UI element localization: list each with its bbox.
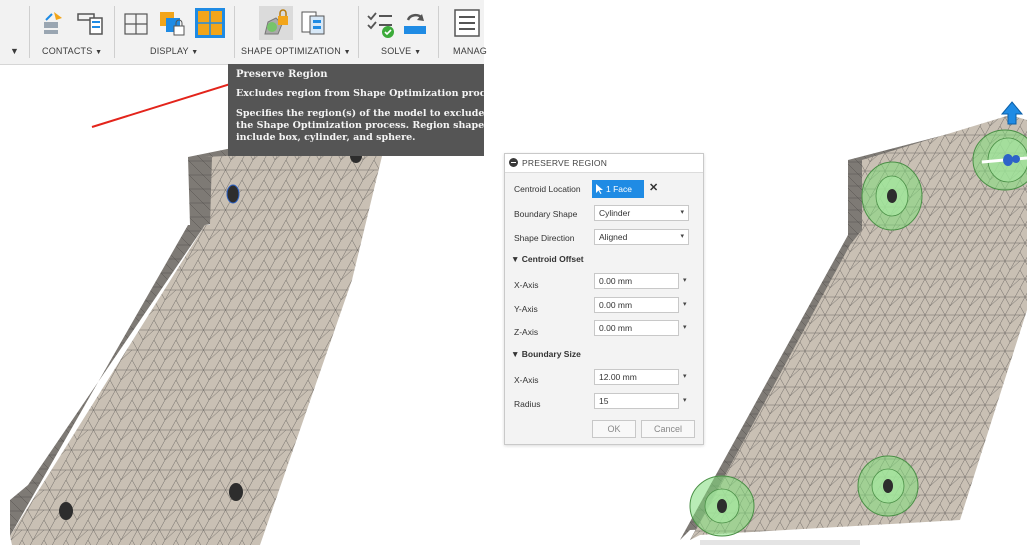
offset-y-axis-label: Y-Axis [514,304,538,314]
bolt-hole [229,483,243,501]
separator [438,6,439,58]
dialog-header: PRESERVE REGION [505,154,703,173]
preserve-region-cylinder[interactable] [861,161,923,231]
display-wireframe-icon[interactable] [122,8,152,38]
collapse-icon[interactable] [509,158,518,167]
display-label: DISPLAY [150,46,189,56]
solve-menu[interactable]: SOLVE ▼ [381,46,421,56]
offset-z-axis-input[interactable]: 0.00 mm [594,320,679,336]
display-shaded-icon[interactable] [195,8,225,38]
preserve-region-cylinder[interactable] [857,455,919,517]
contacts-menu[interactable]: CONTACTS ▼ [42,46,102,56]
shape-optimization-criteria-icon[interactable] [298,8,328,38]
separator [29,6,30,58]
ok-button[interactable]: OK [592,420,636,438]
centroid-location-selection[interactable]: 1 Face [592,180,644,198]
size-x-axis-input[interactable]: 12.00 mm [594,369,679,385]
display-lock-icon[interactable] [158,8,188,38]
preserve-region-icon[interactable] [262,8,292,38]
chevron-down-icon: ▼ [95,49,103,56]
mesh-part-left[interactable] [10,146,384,545]
offset-y-axis-input[interactable]: 0.00 mm [594,297,679,313]
boundary-shape-label: Boundary Shape [514,209,578,219]
mesh-part-right[interactable] [680,115,1027,540]
solve-icon[interactable] [400,8,430,38]
contacts-icon[interactable] [40,8,70,38]
tooltip-subtitle: Excludes region from Shape Optimization … [236,88,484,99]
chevron-down-icon[interactable]: ▾ [683,372,687,380]
shape-direction-value: Aligned [599,232,628,242]
chevron-down-icon[interactable]: ▾ [683,396,687,404]
chevron-down-icon[interactable]: ▾ [683,276,687,284]
bolt-hole [59,502,73,520]
cancel-button[interactable]: Cancel [641,420,695,438]
navigation-bar-fragment [700,540,860,545]
separator [234,6,235,58]
separator [358,6,359,58]
tooltip-description: Specifies the region(s) of the model to … [236,108,484,143]
offset-z-axis-label: Z-Axis [514,327,539,337]
chevron-down-icon: ▼ [414,49,422,56]
offset-x-axis-label: X-Axis [514,280,539,290]
chevron-down-icon[interactable]: ▾ [683,300,687,308]
tooltip-title: Preserve Region [236,69,328,80]
boundary-shape-select[interactable]: Cylinder ▾ [594,205,689,221]
preserve-region-tooltip: Preserve Region Excludes region from Sha… [228,64,484,156]
manage-label: MANAG [453,46,488,56]
chevron-down-icon: ▾ [680,233,684,240]
pre-check-icon[interactable] [366,8,396,38]
chevron-down-icon: ▾ [680,209,684,216]
chevron-down-icon[interactable]: ▾ [683,323,687,331]
manage-icon[interactable] [452,8,482,38]
shape-optimization-menu[interactable]: SHAPE OPTIMIZATION ▼ [241,46,351,56]
contacts-manager-icon[interactable] [76,8,106,38]
boundary-size-heading[interactable]: ▼ Boundary Size [511,349,581,359]
display-menu[interactable]: DISPLAY ▼ [150,46,198,56]
clear-selection-icon[interactable]: ✕ [649,181,658,194]
cursor-icon [596,184,603,194]
centroid-location-label: Centroid Location [514,184,581,194]
radius-label: Radius [514,399,541,409]
solve-label: SOLVE [381,46,412,56]
contacts-label: CONTACTS [42,46,93,56]
ribbon-toolbar: ▼ CONTACTS ▼ DISPLAY ▼ SHAPE OPTIMIZATIO… [0,0,487,65]
chevron-down-icon: ▼ [191,49,199,56]
shape-direction-label: Shape Direction [514,233,575,243]
boundary-shape-value: Cylinder [599,208,631,218]
shape-direction-select[interactable]: Aligned ▾ [594,229,689,245]
shape-optimization-label: SHAPE OPTIMIZATION [241,46,341,56]
preserve-region-cylinder[interactable] [689,475,755,537]
selection-count: 1 Face [606,184,632,194]
size-x-axis-label: X-Axis [514,375,539,385]
prev-group-caret[interactable]: ▼ [10,46,19,56]
bolt-hole [226,184,240,204]
chevron-down-icon: ▼ [343,49,351,56]
manage-menu[interactable]: MANAG [453,46,487,56]
separator [114,6,115,58]
preserve-region-dialog: PRESERVE REGION Centroid Location 1 Face… [504,153,704,445]
centroid-offset-heading[interactable]: ▼ Centroid Offset [511,254,584,264]
radius-input[interactable]: 15 [594,393,679,409]
offset-x-axis-input[interactable]: 0.00 mm [594,273,679,289]
dialog-title: PRESERVE REGION [522,158,608,168]
